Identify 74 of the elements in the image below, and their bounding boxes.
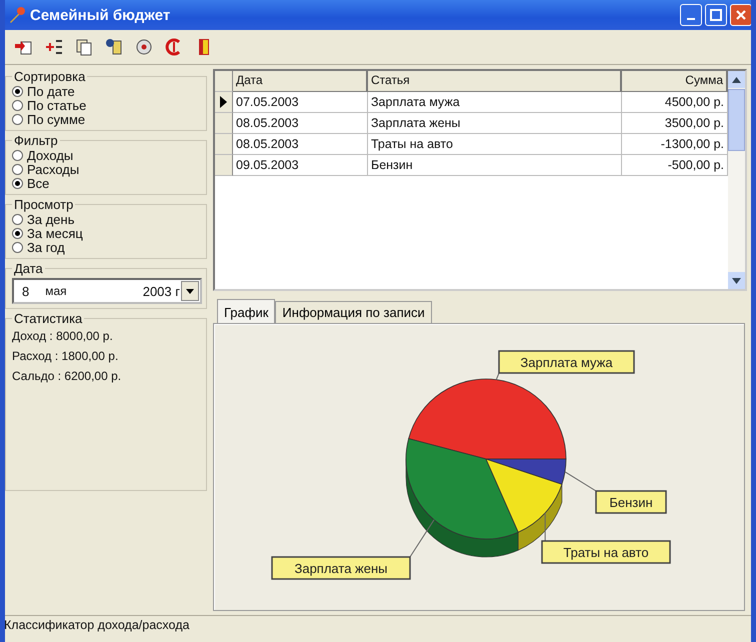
- tab[interactable]: Информация по записи: [275, 301, 432, 323]
- slice-label: Траты на авто: [563, 545, 649, 560]
- radio-button[interactable]: [12, 100, 23, 110]
- scroll-thumb[interactable]: [728, 89, 745, 151]
- radio-button[interactable]: [12, 164, 23, 174]
- table-cell: 09.05.2003: [233, 155, 368, 176]
- slice-label: Бензин: [609, 495, 653, 510]
- leader-line: [496, 372, 500, 380]
- group-title: Просмотр: [13, 197, 74, 212]
- table-corner-cell: [215, 71, 233, 92]
- leader-line: [564, 471, 596, 492]
- date-picker[interactable]: 8 мая 2003 г: [12, 278, 202, 304]
- radio-button[interactable]: [12, 214, 23, 224]
- status-text: Классификатор дохода/расхода: [5, 618, 190, 632]
- table-cell: 08.05.2003: [233, 113, 368, 134]
- row-pointer-icon: [220, 96, 227, 108]
- table-cell: 08.05.2003: [233, 134, 368, 155]
- window-title: Семейный бюджет: [30, 6, 172, 24]
- statistic-line: Расход : 1800,00 р.: [12, 348, 120, 365]
- table-cell: Бензин: [368, 155, 622, 176]
- statistic-line: Сальдо : 6200,00 р.: [12, 368, 122, 385]
- column-header[interactable]: Сумма: [622, 71, 728, 92]
- column-header[interactable]: Дата: [233, 71, 368, 92]
- radio-label[interactable]: По статье: [27, 98, 86, 112]
- radio-button[interactable]: [12, 150, 23, 160]
- minimize-icon: [687, 18, 695, 20]
- table-cell: Траты на авто: [368, 134, 622, 155]
- slice-label: Зарплата жены: [294, 561, 388, 576]
- leader-line: [410, 519, 435, 558]
- close-icon: [734, 8, 748, 22]
- radio-label[interactable]: По дате: [27, 84, 75, 98]
- radio-button[interactable]: [12, 114, 23, 124]
- maximize-icon: [709, 8, 723, 22]
- down-arrow-icon: [732, 278, 741, 284]
- up-arrow-icon: [732, 76, 741, 82]
- minimize-button[interactable]: [680, 4, 702, 26]
- radio-label[interactable]: Доходы: [27, 148, 74, 162]
- table-cell: Зарплата жены: [368, 113, 622, 134]
- radio-button[interactable]: [12, 228, 23, 238]
- column-header[interactable]: Статья: [368, 71, 622, 92]
- group-title: Статистика: [13, 311, 84, 326]
- statistic-line: Доход : 8000,00 р.: [12, 328, 114, 345]
- maximize-button[interactable]: [705, 4, 727, 26]
- slice-label: Бензин: [595, 490, 667, 514]
- group-title: Сортировка: [13, 69, 86, 84]
- slice-label: Зарплата мужа: [498, 350, 635, 374]
- scroll-up-button[interactable]: [728, 71, 745, 88]
- radio-label[interactable]: Расходы: [27, 162, 80, 176]
- radio-button[interactable]: [12, 178, 23, 188]
- slice-label: Траты на авто: [541, 540, 671, 564]
- radio-button[interactable]: [12, 242, 23, 252]
- disc-icon: [134, 37, 154, 57]
- group-title: Дата: [13, 261, 44, 276]
- row-indicator[interactable]: [215, 92, 233, 113]
- radio-label[interactable]: За месяц: [27, 226, 83, 240]
- close-button[interactable]: [730, 4, 751, 26]
- group-title: Фильтр: [13, 133, 59, 148]
- radio-label[interactable]: За год: [27, 240, 65, 254]
- slice-label: Зарплата жены: [271, 556, 411, 580]
- scroll-down-button[interactable]: [728, 272, 745, 289]
- radio-label[interactable]: По сумме: [27, 112, 86, 126]
- plus-list-icon: [44, 37, 64, 57]
- slice-label: Зарплата мужа: [520, 355, 614, 370]
- tab[interactable]: График: [217, 299, 276, 323]
- torch-icon: [8, 6, 26, 24]
- radio-label[interactable]: Все: [27, 176, 50, 190]
- documents-icon: [74, 37, 94, 57]
- radio-button[interactable]: [12, 86, 23, 96]
- paint-icon: [104, 37, 124, 57]
- table-cell: Зарплата мужа: [368, 92, 622, 113]
- leader-line: [544, 512, 546, 542]
- table-cell: 07.05.2003: [233, 92, 368, 113]
- radio-label[interactable]: За день: [27, 212, 74, 226]
- dropdown-icon[interactable]: [181, 281, 199, 301]
